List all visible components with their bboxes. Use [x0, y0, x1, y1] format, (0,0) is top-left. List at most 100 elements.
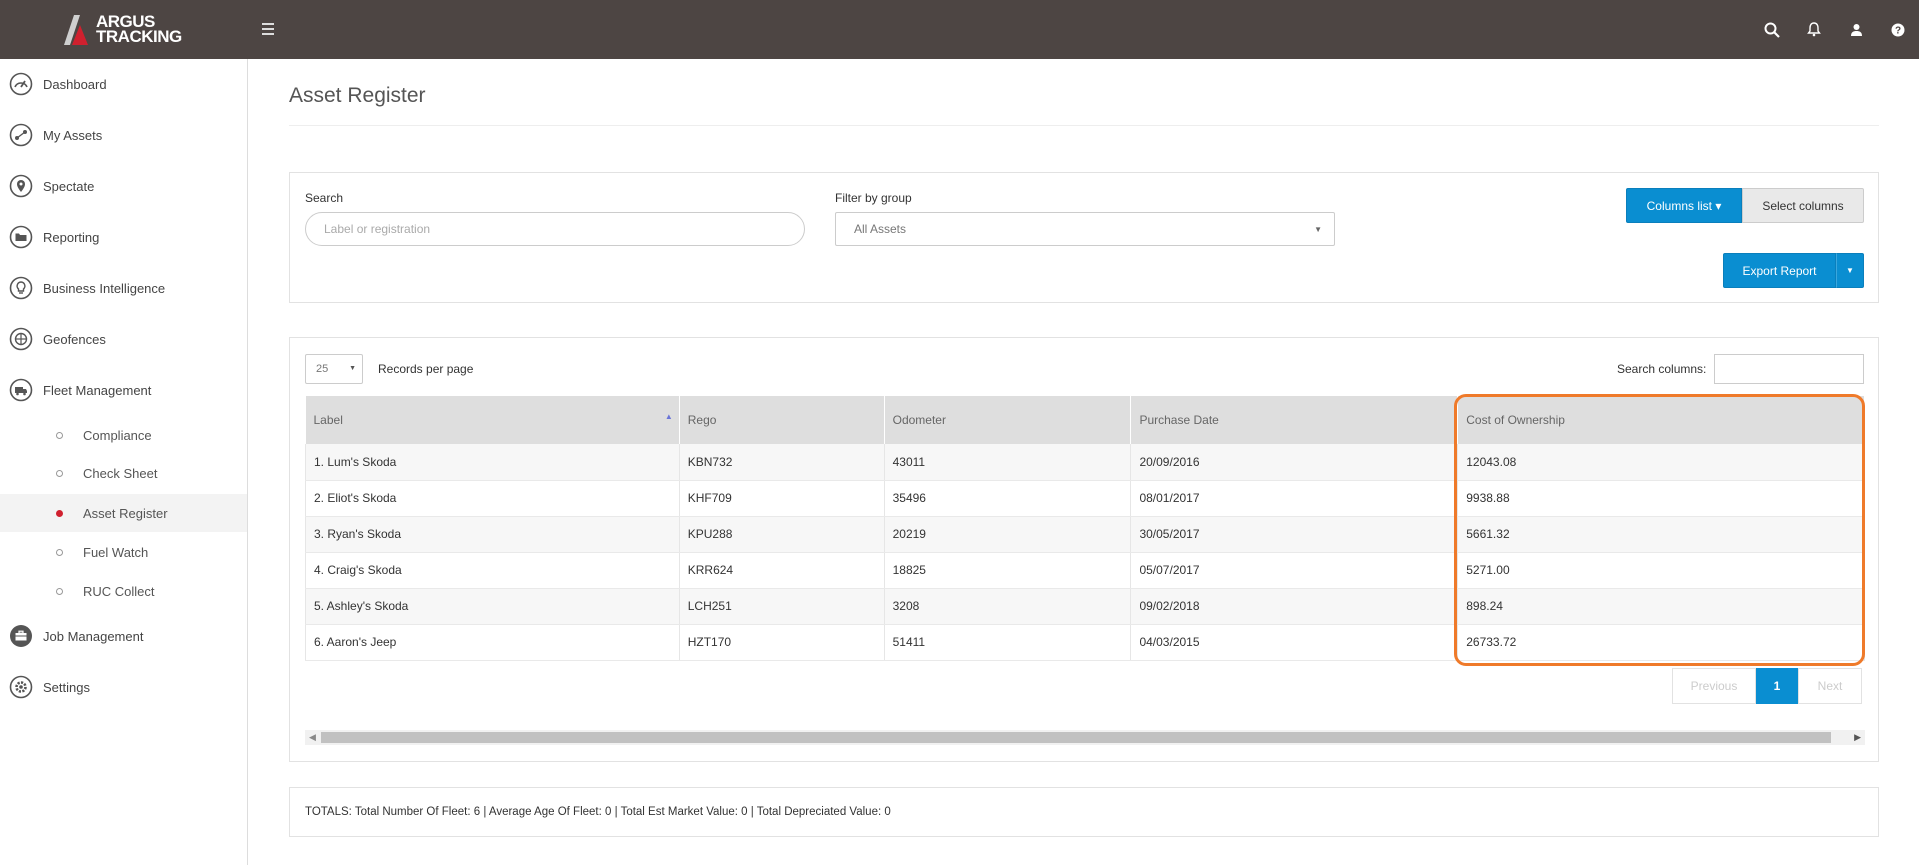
- map-pin-icon: [9, 174, 33, 198]
- scroll-right-icon[interactable]: ▶: [1854, 732, 1861, 743]
- sidebar-subitem-asset-register[interactable]: Asset Register: [0, 494, 247, 532]
- sidebar-item-fleet-management[interactable]: Fleet Management: [0, 370, 248, 410]
- table-header-row: Label ▲ Rego Odometer Purchase Date Cost …: [305, 396, 1865, 444]
- records-per-page-select[interactable]: 25 ▼: [305, 354, 363, 384]
- table-row[interactable]: 4. Craig's Skoda KRR624 18825 05/07/2017…: [305, 552, 1865, 589]
- page-title: Asset Register: [289, 84, 426, 107]
- cell-cost-of-ownership: 26733.72: [1457, 624, 1865, 661]
- sidebar-item-label: Spectate: [43, 178, 95, 194]
- select-columns-button[interactable]: Select columns: [1742, 188, 1864, 223]
- scrollbar-thumb[interactable]: [321, 732, 1831, 743]
- sidebar-item-label: Fleet Management: [43, 382, 152, 398]
- sidebar-subitem-check-sheet[interactable]: Check Sheet: [0, 454, 247, 492]
- cell-purchase-date: 04/03/2015: [1130, 624, 1459, 661]
- cell-rego: LCH251: [679, 588, 885, 625]
- sidebar-subitem-fuel-watch[interactable]: Fuel Watch: [0, 533, 247, 571]
- column-header-label[interactable]: Label ▲: [305, 396, 680, 444]
- logo-line-2: TRACKING: [96, 27, 182, 46]
- sidebar-item-label: Business Intelligence: [43, 280, 166, 296]
- cell-odometer: 43011: [884, 444, 1132, 481]
- sidebar-item-geofences[interactable]: Geofences: [0, 319, 248, 359]
- sidebar-item-label: My Assets: [43, 127, 103, 143]
- export-report-button[interactable]: Export Report: [1723, 253, 1836, 288]
- totals-panel: TOTALS: Total Number Of Fleet: 6 | Avera…: [289, 787, 1879, 837]
- assets-icon: [9, 123, 33, 147]
- lightbulb-icon: [9, 276, 33, 300]
- column-header-cost-of-ownership[interactable]: Cost of Ownership: [1457, 396, 1865, 444]
- sidebar-subitem-label: Fuel Watch: [83, 544, 149, 560]
- title-divider: [289, 125, 1879, 126]
- table-row[interactable]: 2. Eliot's Skoda KHF709 35496 08/01/2017…: [305, 480, 1865, 517]
- sidebar-item-dashboard[interactable]: Dashboard: [0, 64, 248, 104]
- user-icon[interactable]: [1835, 0, 1877, 59]
- sidebar-subitem-label: Check Sheet: [83, 465, 158, 481]
- sidebar-item-label: Reporting: [43, 229, 100, 245]
- sidebar-item-job-management[interactable]: Job Management: [0, 616, 248, 656]
- cell-label: 1. Lum's Skoda: [305, 444, 680, 481]
- column-header-rego[interactable]: Rego: [679, 396, 885, 444]
- cell-purchase-date: 30/05/2017: [1130, 516, 1459, 553]
- sidebar-subitem-compliance[interactable]: Compliance: [0, 416, 247, 454]
- cell-odometer: 3208: [884, 588, 1132, 625]
- table-row[interactable]: 3. Ryan's Skoda KPU288 20219 30/05/2017 …: [305, 516, 1865, 553]
- search-input[interactable]: [305, 212, 805, 246]
- sidebar-item-reporting[interactable]: Reporting: [0, 217, 248, 257]
- group-filter-select[interactable]: All Assets ▼: [835, 212, 1335, 246]
- search-columns-input[interactable]: [1714, 354, 1864, 384]
- sidebar-subitem-label: Compliance: [83, 427, 152, 443]
- sidebar-subitem-label: Asset Register: [83, 505, 168, 521]
- scroll-left-icon[interactable]: ◀: [309, 732, 316, 743]
- sidebar-item-business-intelligence[interactable]: Business Intelligence: [0, 268, 248, 308]
- sort-ascending-icon: ▲: [664, 412, 673, 421]
- chevron-down-icon: ▼: [1314, 225, 1322, 234]
- top-bar: ARGUS TRACKING ?: [0, 0, 1919, 59]
- horizontal-scrollbar[interactable]: ◀ ▶: [305, 730, 1865, 745]
- cell-odometer: 51411: [884, 624, 1132, 661]
- svg-text:?: ?: [1895, 25, 1901, 36]
- cell-label: 2. Eliot's Skoda: [305, 480, 680, 517]
- help-icon[interactable]: ?: [1877, 0, 1919, 59]
- columns-list-button[interactable]: Columns list ▾: [1626, 188, 1742, 223]
- chevron-down-icon: ▼: [349, 365, 356, 372]
- sidebar-item-my-assets[interactable]: My Assets: [0, 115, 248, 155]
- active-bullet-icon: [56, 509, 63, 517]
- cell-odometer: 35496: [884, 480, 1132, 517]
- sidebar: Dashboard My Assets Spectate Reporting B…: [0, 59, 248, 865]
- table-row[interactable]: 5. Ashley's Skoda LCH251 3208 09/02/2018…: [305, 588, 1865, 625]
- sidebar-item-label: Dashboard: [43, 76, 107, 92]
- sidebar-item-spectate[interactable]: Spectate: [0, 166, 248, 206]
- export-options-toggle[interactable]: ▼: [1836, 253, 1864, 288]
- cell-purchase-date: 05/07/2017: [1130, 552, 1459, 589]
- sidebar-item-label: Settings: [43, 679, 90, 695]
- globe-icon: [9, 327, 33, 351]
- logo-mark-icon: [64, 15, 88, 45]
- search-icon[interactable]: [1751, 0, 1793, 59]
- cell-rego: KPU288: [679, 516, 885, 553]
- pagination-page-1[interactable]: 1: [1756, 668, 1798, 704]
- cell-cost-of-ownership: 5271.00: [1457, 552, 1865, 589]
- cell-cost-of-ownership: 898.24: [1457, 588, 1865, 625]
- cell-label: 4. Craig's Skoda: [305, 552, 680, 589]
- argus-tracking-logo[interactable]: ARGUS TRACKING: [60, 13, 190, 47]
- sidebar-subitem-ruc-collect[interactable]: RUC Collect: [0, 572, 247, 610]
- cell-label: 5. Ashley's Skoda: [305, 588, 680, 625]
- speedometer-icon: [9, 72, 33, 96]
- truck-icon: [9, 378, 33, 402]
- search-label: Search: [305, 191, 344, 205]
- menu-toggle-icon[interactable]: [262, 20, 278, 38]
- pagination-next[interactable]: Next: [1798, 668, 1862, 704]
- column-header-purchase-date[interactable]: Purchase Date: [1130, 396, 1459, 444]
- column-header-odometer[interactable]: Odometer: [884, 396, 1132, 444]
- group-filter-label: Filter by group: [835, 191, 912, 205]
- table-row[interactable]: 1. Lum's Skoda KBN732 43011 20/09/2016 1…: [305, 444, 1865, 481]
- folder-icon: [9, 225, 33, 249]
- asset-table-panel: 25 ▼ Records per page Search columns: La…: [289, 337, 1879, 762]
- asset-table: Label ▲ Rego Odometer Purchase Date Cost …: [305, 396, 1865, 661]
- bell-icon[interactable]: [1793, 0, 1835, 59]
- cell-odometer: 20219: [884, 516, 1132, 553]
- filter-panel: Search Filter by group All Assets ▼ Colu…: [289, 172, 1879, 303]
- sidebar-item-settings[interactable]: Settings: [0, 667, 248, 707]
- cell-purchase-date: 20/09/2016: [1130, 444, 1459, 481]
- table-row[interactable]: 6. Aaron's Jeep HZT170 51411 04/03/2015 …: [305, 624, 1865, 661]
- pagination-previous[interactable]: Previous: [1672, 668, 1756, 704]
